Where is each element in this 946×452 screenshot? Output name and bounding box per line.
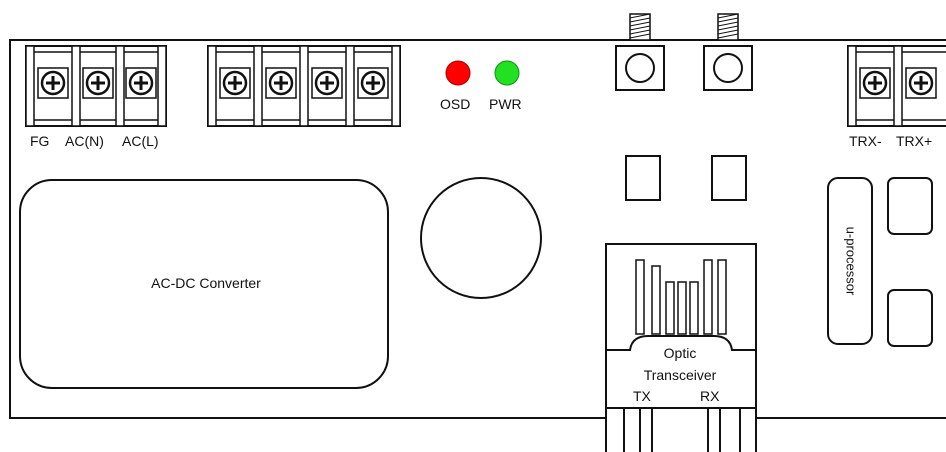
label-pwr: PWR: [489, 96, 522, 112]
coax-connector-icon: [703, 13, 753, 91]
optic-label-line2: Transceiver: [644, 367, 717, 383]
screw-icon-ac-l: [125, 67, 157, 99]
label-trx-plus: TRX+: [896, 133, 932, 149]
screw-icon: [219, 67, 251, 99]
optic-label-tx: TX: [633, 388, 652, 404]
label-trx-minus: TRX-: [849, 133, 882, 149]
screw-icon: [357, 67, 389, 99]
chip: [887, 177, 933, 235]
board-diagram: FG AC(N) AC(L) OSD PWR TRX- TRX+ AC-DC C…: [9, 13, 946, 452]
label-osd: OSD: [440, 96, 470, 112]
screw-icon: [311, 67, 343, 99]
label-fg: FG: [30, 133, 49, 149]
coax-connector-icon: [615, 13, 665, 91]
optic-label-line1: Optic: [664, 345, 697, 361]
screw-icon-trx-plus: [905, 67, 937, 99]
label-ac-n: AC(N): [65, 133, 104, 149]
screw-icon: [265, 67, 297, 99]
trx-terminal-block: [847, 45, 946, 127]
screw-icon-fg: [37, 67, 69, 99]
screw-icon-trx-minus: [859, 67, 891, 99]
osd-led-icon: [445, 60, 471, 86]
power-terminal-block: [25, 45, 167, 127]
capacitor-icon: [420, 177, 542, 299]
chip: [711, 155, 747, 201]
screw-icon-ac-n: [82, 67, 114, 99]
chip: [625, 155, 661, 201]
converter-label: AC-DC Converter: [151, 275, 261, 291]
u-processor-label: u-processor: [844, 227, 859, 296]
optic-label-rx: RX: [700, 388, 720, 404]
label-ac-l: AC(L): [122, 133, 159, 149]
signal-terminal-block: [207, 45, 401, 127]
pwr-led-icon: [494, 60, 520, 86]
chip: [887, 289, 933, 347]
